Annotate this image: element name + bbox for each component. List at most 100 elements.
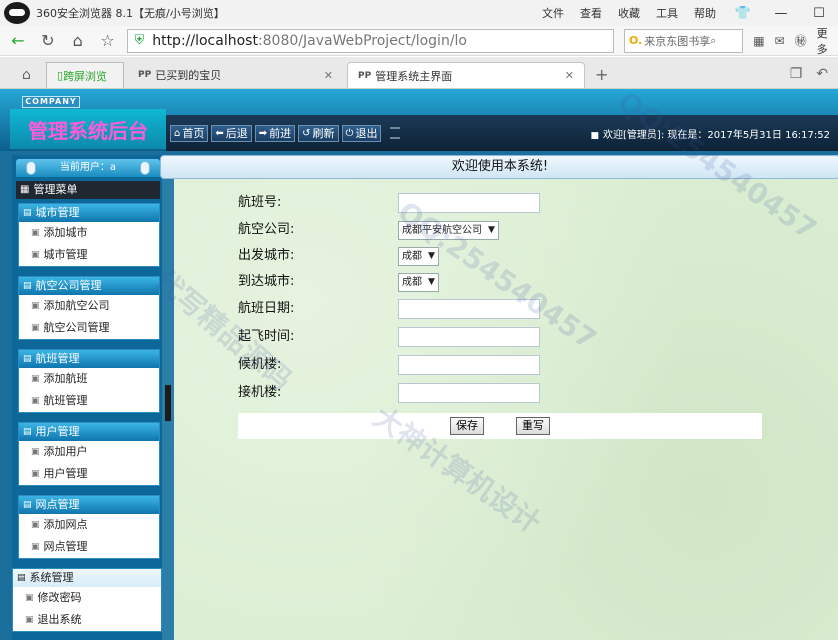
form-row-arrival-terminal: 接机楼: (238, 381, 738, 405)
group-title: 航班管理 (35, 352, 80, 365)
restore-tabs-icon[interactable]: ❐ (790, 66, 803, 82)
logout-label: 退出 (355, 126, 378, 140)
refresh-button[interactable]: ↺ 刷新 (298, 124, 339, 142)
group-header[interactable]: ▤ 网点管理 (19, 496, 159, 514)
forward-button[interactable]: ➡ 前进 (254, 124, 296, 142)
menu-title-bar: ▦ 管理菜单 (16, 181, 160, 199)
menu-favorites[interactable]: 收藏 (618, 5, 640, 21)
grid-icon[interactable]: ▦ (753, 34, 764, 48)
sidebar-item-exit-system[interactable]: ▣ 退出系统 (13, 609, 161, 631)
airline-label: 航空公司: (238, 222, 295, 237)
list-icon: ▤ (17, 573, 26, 583)
form-row-departure-terminal: 候机楼: (238, 353, 738, 377)
tab-management-main[interactable]: PP 管理系统主界面 ✕ (347, 62, 585, 88)
tab-purchased[interactable]: PP 已买到的宝贝 ✕ (128, 62, 343, 88)
sidebar-item-add-city[interactable]: ▣ 添加城市 (19, 222, 159, 244)
shield-icon: ⛨ (134, 33, 145, 48)
list-icon: ▤ (23, 354, 32, 364)
sidebar-item-airline-manage[interactable]: ▣ 航空公司管理 (19, 317, 159, 339)
flight-no-label: 航班号: (238, 195, 282, 210)
departure-terminal-input[interactable] (398, 355, 540, 375)
item-label: 添加用户 (43, 445, 88, 458)
mail-icon[interactable]: ✉ (775, 34, 785, 48)
sidebar-item-city-manage[interactable]: ▣ 城市管理 (19, 244, 159, 266)
tab-cross-screen[interactable]: ▯ 跨屏浏览 (46, 62, 124, 88)
home-icon[interactable]: ⌂ (68, 31, 88, 50)
menu-group-flight: ▤ 航班管理 ▣ 添加航班 ▣ 航班管理 (18, 349, 160, 413)
reload-icon[interactable]: ↻ (38, 31, 58, 50)
menu-file[interactable]: 文件 (542, 5, 564, 21)
bullet-icon: ▣ (31, 396, 40, 406)
sidebar-item-outlet-manage[interactable]: ▣ 网点管理 (19, 536, 159, 558)
search-input[interactable]: O. 来京东图书享 ⌕ (624, 28, 744, 53)
url-host: http://localhost (152, 32, 258, 49)
list-icon: ▤ (23, 281, 32, 291)
from-city-select[interactable]: 成都 ▼ (398, 247, 439, 266)
more-button[interactable]: 更多 (817, 25, 838, 57)
new-tab-icon[interactable]: + (595, 65, 608, 84)
welcome-status: ■ 欢迎[管理员]: 现在是：2017年5月31日 16:17:52 (591, 126, 838, 141)
back-button[interactable]: ⬅ 后退 (211, 124, 252, 142)
menu-view[interactable]: 查看 (580, 5, 602, 21)
sidebar-item-change-password[interactable]: ▣ 修改密码 (13, 587, 161, 609)
bullet-icon: ▣ (31, 520, 40, 530)
sidebar-item-add-flight[interactable]: ▣ 添加航班 (19, 368, 159, 390)
close-tab-icon[interactable]: ✕ (324, 69, 333, 82)
bullet-icon: ▣ (31, 228, 40, 238)
to-city-select[interactable]: 成都 ▼ (398, 273, 439, 292)
sidebar-item-add-outlet[interactable]: ▣ 添加网点 (19, 514, 159, 536)
airline-select[interactable]: 成都平安航空公司 ▼ (398, 221, 499, 240)
bullet-icon: ▣ (31, 323, 40, 333)
browser-title: 360安全浏览器 8.1【无痕/小号浏览】 (36, 7, 225, 20)
logout-button[interactable]: ⏻ 退出 (341, 124, 382, 142)
security-icon[interactable]: ㊙ (795, 32, 807, 49)
sidebar-item-flight-manage[interactable]: ▣ 航班管理 (19, 390, 159, 412)
back-arrow-icon[interactable]: ← (8, 31, 28, 50)
star-icon[interactable]: ☆ (98, 31, 118, 50)
departure-terminal-label: 候机楼: (238, 357, 282, 372)
group-header[interactable]: ▤ 城市管理 (19, 204, 159, 222)
search-icon[interactable]: ⌕ (710, 34, 716, 48)
flight-no-input[interactable] (398, 193, 540, 213)
toolbar-divider (390, 127, 401, 139)
to-city-label: 到达城市: (238, 274, 295, 289)
menu-help[interactable]: 帮助 (694, 5, 716, 21)
group-header[interactable]: ▤ 系统管理 (13, 569, 161, 587)
shirt-icon[interactable]: 👕 (732, 6, 754, 21)
group-header[interactable]: ▤ 航班管理 (19, 350, 159, 368)
splitter-handle[interactable] (165, 385, 171, 421)
undo-close-icon[interactable]: ↶ (816, 66, 828, 82)
item-label: 航班管理 (43, 394, 88, 407)
bullet-icon: ▣ (25, 615, 34, 625)
url-path: :8080/JavaWebProject/login/lo (257, 32, 467, 49)
group-header[interactable]: ▤ 航空公司管理 (19, 277, 159, 295)
home-button[interactable]: ⌂ 首页 (170, 124, 209, 142)
menu-tools[interactable]: 工具 (656, 5, 678, 21)
sidebar-item-add-airline[interactable]: ▣ 添加航空公司 (19, 295, 159, 317)
arrival-terminal-input[interactable] (398, 383, 540, 403)
close-tab-icon[interactable]: ✕ (565, 69, 574, 82)
brand-title: 管理系统后台 (10, 109, 166, 149)
app-toolbar: ⌂ 首页 ⬅ 后退 ➡ 前进 ↺ 刷新 ⏻ 退出 ■ 欢迎[管理员]: 现在是：2017年5… (166, 115, 838, 151)
pin-icon (26, 161, 36, 175)
reset-button[interactable]: 重写 (516, 417, 550, 435)
flight-date-input[interactable] (398, 299, 540, 319)
takeoff-time-input[interactable] (398, 327, 540, 347)
pin-icon (140, 161, 150, 175)
minimize-icon[interactable]: — (770, 6, 792, 21)
item-label: 修改密码 (37, 591, 82, 604)
sidebar-item-add-user[interactable]: ▣ 添加用户 (19, 441, 159, 463)
bullet-icon: ▣ (31, 301, 40, 311)
tab-home-icon[interactable]: ⌂ (12, 62, 42, 88)
bullet-icon: ▣ (31, 469, 40, 479)
bullet-icon: ▣ (31, 250, 40, 260)
panel-splitter[interactable] (162, 155, 174, 640)
url-input[interactable]: ⛨ http://localhost:8080/JavaWebProject/l… (127, 28, 614, 53)
refresh-label: 刷新 (312, 126, 335, 140)
sidebar-item-user-manage[interactable]: ▣ 用户管理 (19, 463, 159, 485)
welcome-text: 欢迎[管理员]: 现在是：2017年5月31日 16:17:52 (603, 129, 830, 141)
group-title: 城市管理 (35, 206, 80, 219)
maximize-icon[interactable]: ☐ (808, 6, 830, 21)
group-header[interactable]: ▤ 用户管理 (19, 423, 159, 441)
save-button[interactable]: 保存 (450, 417, 484, 435)
